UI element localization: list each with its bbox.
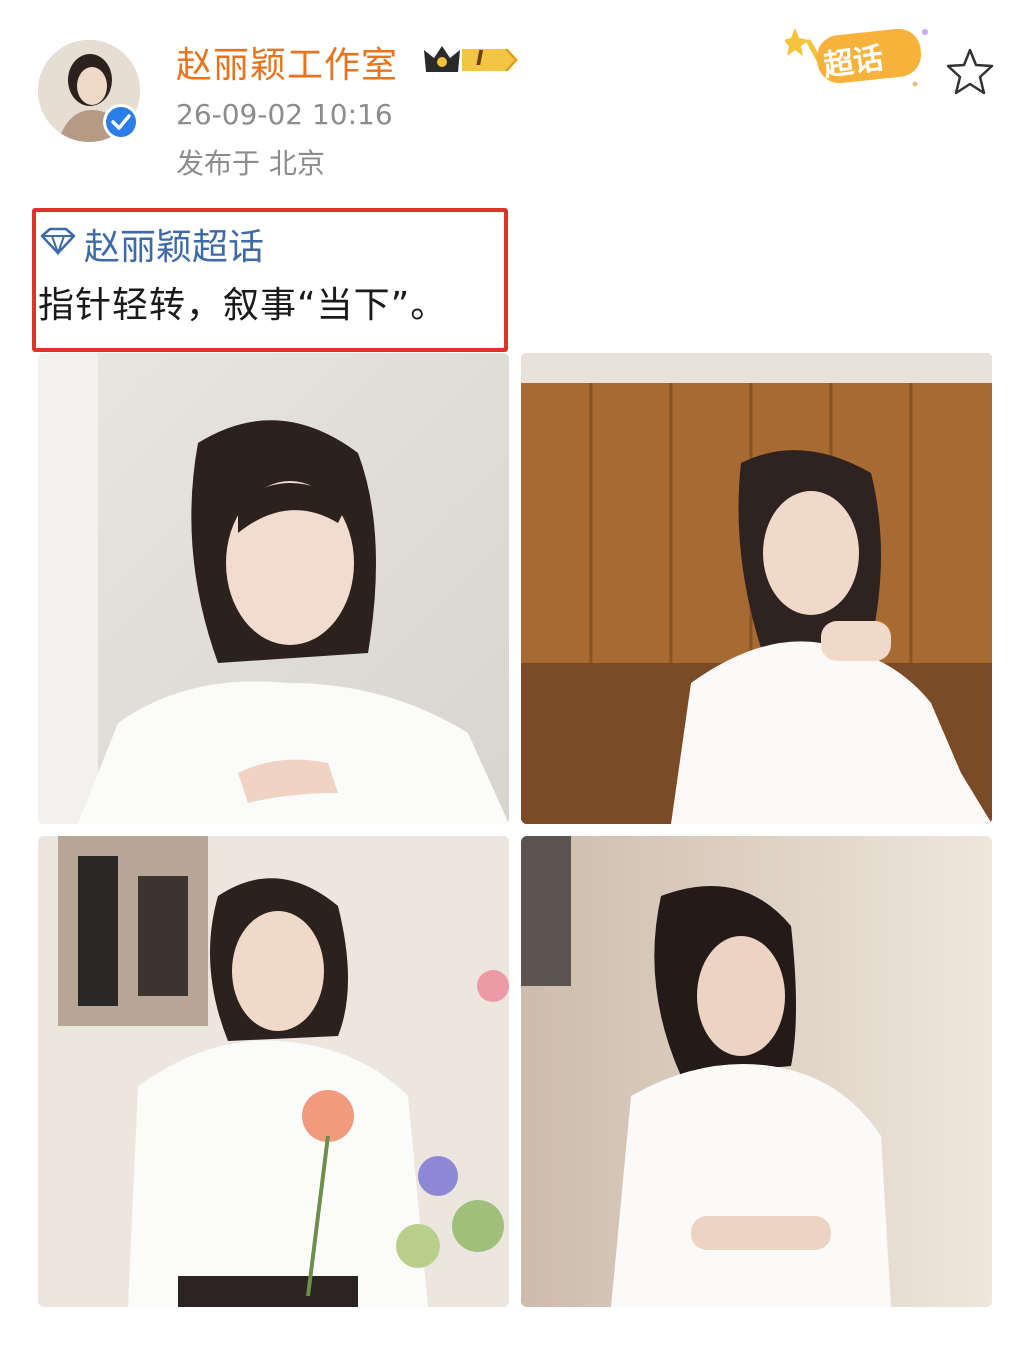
photo-1[interactable] [38,353,509,824]
post-timestamp: 26-09-02 10:16 [176,98,393,131]
post-text: 指针轻转，叙事“当下”。 [38,285,448,326]
photo-2[interactable] [521,353,992,824]
author-name[interactable]: 赵丽颖工作室 [176,36,398,88]
verified-check-icon [103,104,139,140]
photo-4[interactable] [521,836,992,1307]
diamond-icon [40,227,76,256]
photo-3[interactable] [38,836,509,1307]
crown-icon [424,46,460,72]
super-topic-badge-label: 超话 [821,40,886,84]
user-level: I [476,46,484,70]
level-badge-icon [462,48,518,72]
post-location: 发布于 北京 [176,147,325,180]
topic-label[interactable]: 赵丽颖超话 [84,218,264,270]
star-outline-icon[interactable] [944,46,996,98]
